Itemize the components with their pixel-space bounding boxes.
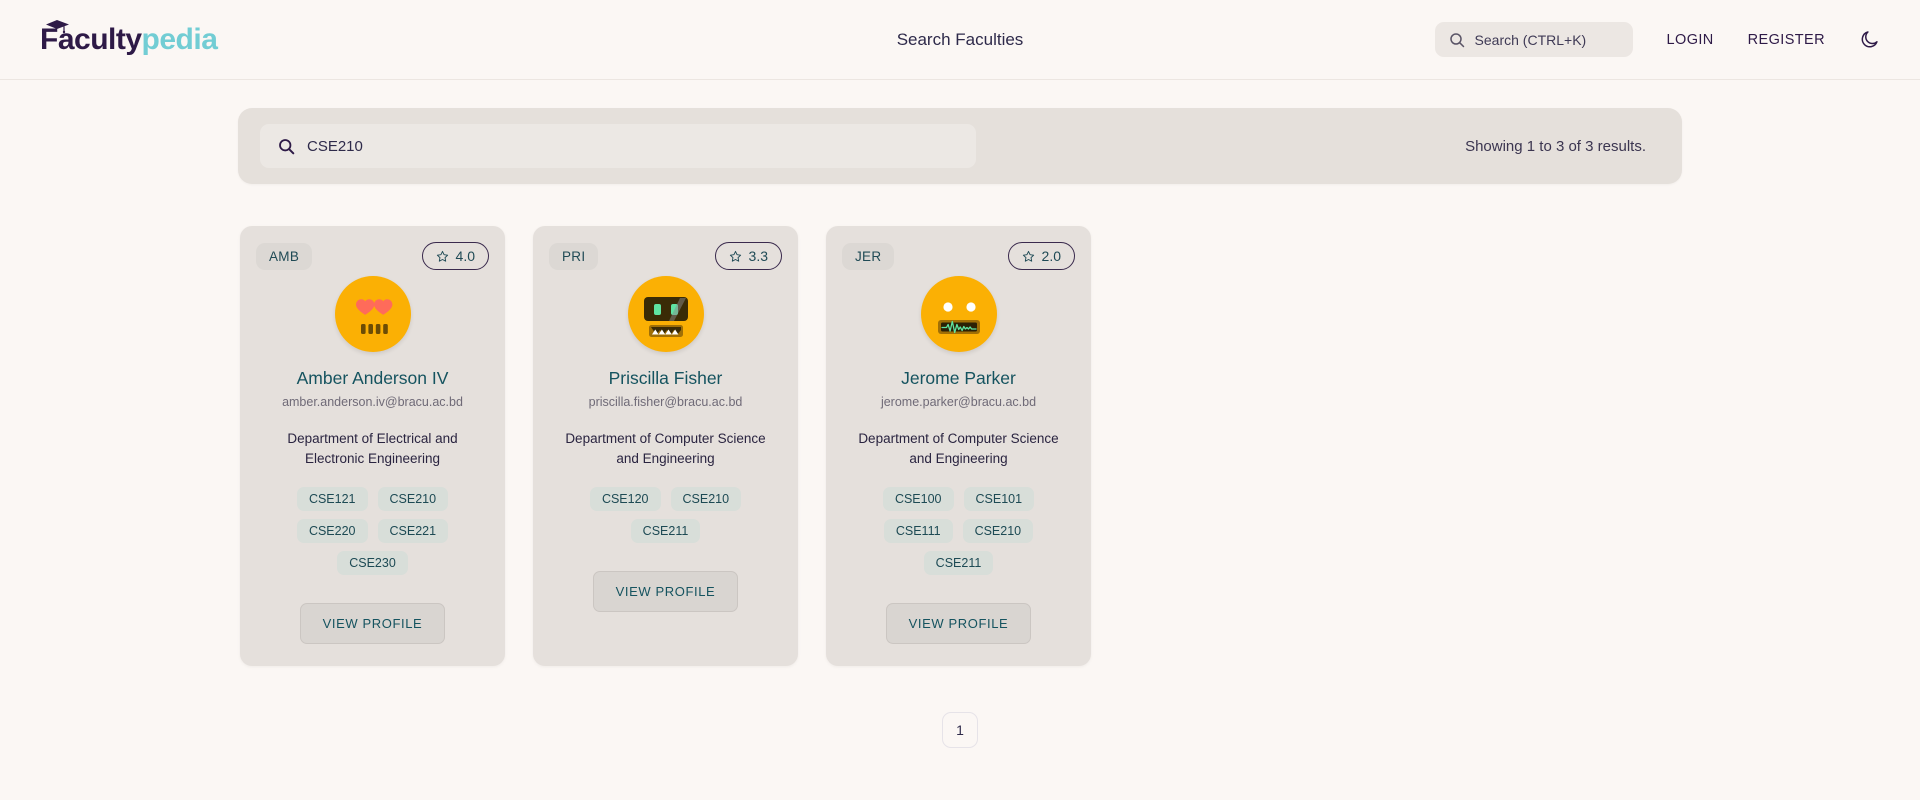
faculty-search-input[interactable]: CSE210 — [260, 124, 976, 168]
global-search-button[interactable]: Search (CTRL+K) — [1434, 22, 1633, 57]
course-tag[interactable]: CSE210 — [377, 487, 449, 511]
faculty-email: jerome.parker@bracu.ac.bd — [880, 395, 1037, 409]
course-tag[interactable]: CSE221 — [377, 519, 449, 543]
rating-badge[interactable]: 2.0 — [1007, 242, 1075, 270]
course-tag[interactable]: CSE210 — [962, 519, 1034, 543]
heart-eyes-grill-face-icon — [355, 299, 392, 334]
faculty-name[interactable]: Amber Anderson IV — [297, 368, 449, 389]
page-title: Search Faculties — [896, 29, 1024, 49]
logo-text-secondary: pedia — [141, 22, 218, 56]
course-tag[interactable]: CSE230 — [337, 551, 408, 575]
login-link[interactable]: LOGIN — [1667, 32, 1714, 48]
avatar — [920, 276, 997, 352]
faculty-card[interactable]: PRI 3.3 Priscilla Fisher priscilla.fishe — [533, 226, 798, 666]
visor-teeth-robot-face-icon — [643, 297, 688, 337]
faculty-initials-badge: PRI — [549, 242, 599, 270]
results-count-label: Showing 1 to 3 of 3 results. — [1465, 137, 1646, 155]
app-header: Faculty pedia Search Faculties Search (CT… — [0, 0, 1920, 80]
faculty-email: priscilla.fisher@bracu.ac.bd — [588, 395, 743, 409]
faculty-initials-badge: AMB — [256, 242, 313, 270]
faculty-card[interactable]: JER 2.0 Jerome Parker jerome.parker@brac… — [826, 226, 1091, 666]
course-tag-list: CSE100 CSE101 CSE111 CSE210 CSE211 — [859, 487, 1059, 575]
course-tag[interactable]: CSE111 — [883, 519, 953, 543]
view-profile-button[interactable]: VIEW PROFILE — [885, 603, 1032, 644]
card-header: PRI 3.3 — [549, 242, 782, 270]
pagination: 1 — [238, 712, 1682, 748]
register-link[interactable]: REGISTER — [1748, 32, 1825, 48]
course-tag[interactable]: CSE220 — [296, 519, 368, 543]
course-tag[interactable]: CSE210 — [670, 487, 742, 511]
faculty-name[interactable]: Jerome Parker — [901, 368, 1016, 389]
avatar — [334, 276, 411, 352]
faculty-email: amber.anderson.iv@bracu.ac.bd — [282, 395, 463, 409]
rating-value: 4.0 — [455, 248, 475, 264]
faculty-department: Department of Electrical and Electronic … — [287, 431, 458, 466]
pagination-page-1[interactable]: 1 — [942, 712, 978, 748]
star-icon — [436, 250, 448, 262]
graduation-cap-icon — [46, 19, 69, 33]
avatar — [627, 276, 704, 352]
course-tag[interactable]: CSE121 — [296, 487, 368, 511]
dot-eyes-waveform-face-icon — [937, 302, 980, 334]
faculty-card-list: AMB 4.0 Amber Anderson IV amber.anderson… — [238, 226, 1682, 666]
faculty-department: Department of Computer Science and Engin… — [565, 431, 766, 466]
faculty-name[interactable]: Priscilla Fisher — [609, 368, 723, 389]
course-tag[interactable]: CSE120 — [589, 487, 661, 511]
moon-icon — [1861, 31, 1878, 48]
course-tag[interactable]: CSE101 — [963, 487, 1035, 511]
view-profile-button[interactable]: VIEW PROFILE — [592, 571, 739, 612]
faculty-initials-badge: JER — [842, 242, 895, 270]
view-profile-button[interactable]: VIEW PROFILE — [299, 603, 446, 644]
course-tag[interactable]: CSE211 — [630, 519, 701, 543]
search-icon — [279, 138, 295, 154]
faculty-card[interactable]: AMB 4.0 Amber Anderson IV amber.anderson… — [240, 226, 505, 666]
search-icon — [1449, 32, 1464, 47]
global-search-placeholder: Search (CTRL+K) — [1474, 31, 1587, 48]
card-header: AMB 4.0 — [256, 242, 489, 270]
faculty-department: Department of Computer Science and Engin… — [858, 431, 1059, 466]
star-icon — [1022, 250, 1034, 262]
search-panel: CSE210 Showing 1 to 3 of 3 results. — [238, 108, 1682, 184]
course-tag-list: CSE120 CSE210 CSE211 — [566, 487, 766, 543]
header-actions: Search (CTRL+K) LOGIN REGISTER — [1434, 22, 1880, 57]
star-icon — [729, 250, 741, 262]
rating-value: 3.3 — [748, 248, 768, 264]
theme-toggle-button[interactable] — [1859, 29, 1880, 50]
rating-value: 2.0 — [1041, 248, 1061, 264]
course-tag[interactable]: CSE100 — [882, 487, 954, 511]
card-header: JER 2.0 — [842, 242, 1075, 270]
course-tag[interactable]: CSE211 — [923, 551, 994, 575]
rating-badge[interactable]: 4.0 — [421, 242, 489, 270]
search-input-value: CSE210 — [307, 137, 363, 155]
rating-badge[interactable]: 3.3 — [714, 242, 782, 270]
site-logo[interactable]: Faculty pedia — [40, 19, 218, 57]
course-tag-list: CSE121 CSE210 CSE220 CSE221 CSE230 — [273, 487, 473, 575]
